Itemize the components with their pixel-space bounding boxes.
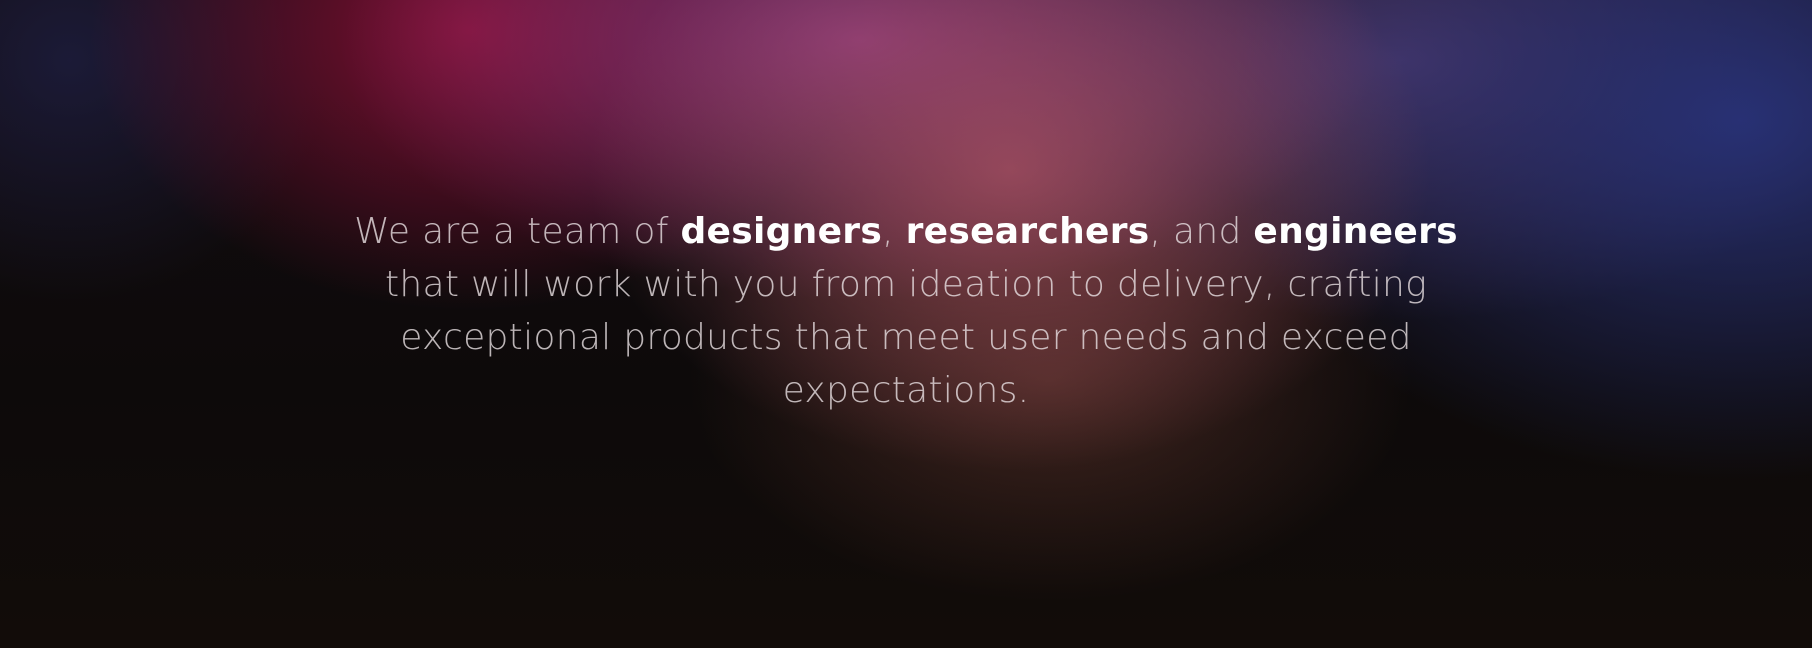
highlight-researchers: researchers <box>905 211 1150 252</box>
intro-text: We are a team of <box>354 211 681 252</box>
highlight-designers: designers <box>680 211 883 252</box>
separator-1: , <box>882 211 906 252</box>
separator-2: , and <box>1149 211 1254 252</box>
hero-statement: We are a team of designers, researchers,… <box>320 205 1492 417</box>
hero-section: We are a team of designers, researchers,… <box>0 0 1812 648</box>
highlight-engineers: engineers <box>1253 211 1458 252</box>
rest-text: that will work with you from ideation to… <box>384 264 1428 411</box>
